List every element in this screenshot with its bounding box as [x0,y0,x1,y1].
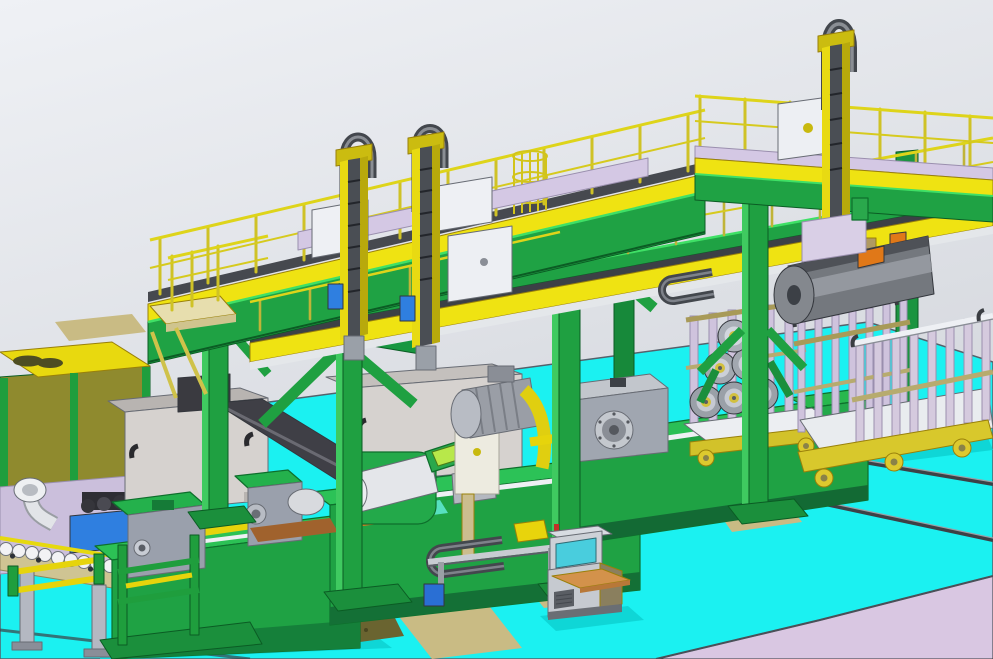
pump-part [81,499,95,513]
frame-post [190,535,199,635]
rail-motor [424,584,444,606]
cabinet-box [448,226,512,302]
platform-cabinet [448,226,512,302]
loader-drive-motor [852,198,868,220]
mast-side [432,144,440,344]
motor-endcap [451,390,481,438]
mast-face [340,160,348,340]
cabinet-knob [803,123,813,133]
mast-face [822,46,830,234]
flange-bore [609,425,619,435]
headstock-slot [152,500,174,510]
loader-servo-motor [328,284,343,309]
cabinet-vent [37,358,63,368]
flange-bore [139,545,146,552]
cabinet-frame [70,373,78,485]
mast-side [842,42,850,230]
tail-cylinder [288,489,324,515]
scene-canvas [0,0,993,659]
frame-post [118,545,127,645]
motor-junction-box [488,366,514,382]
pipe-bore [22,484,38,496]
mast-foot [344,336,364,360]
mast-side [360,156,368,336]
mast-channel [420,146,432,346]
roll-bore [787,285,801,305]
yellow-stop [514,520,548,542]
loader-servo-motor [400,296,415,321]
cabinet-knob [473,448,481,456]
mast-foot [416,346,436,370]
mast-channel [830,44,842,232]
carriage-box [438,177,492,231]
headstock-slot [610,378,626,387]
pump-part [97,497,111,511]
cabinet-frame [0,378,8,490]
cabinet-knob [480,258,488,266]
cad-render-stage [0,0,993,659]
